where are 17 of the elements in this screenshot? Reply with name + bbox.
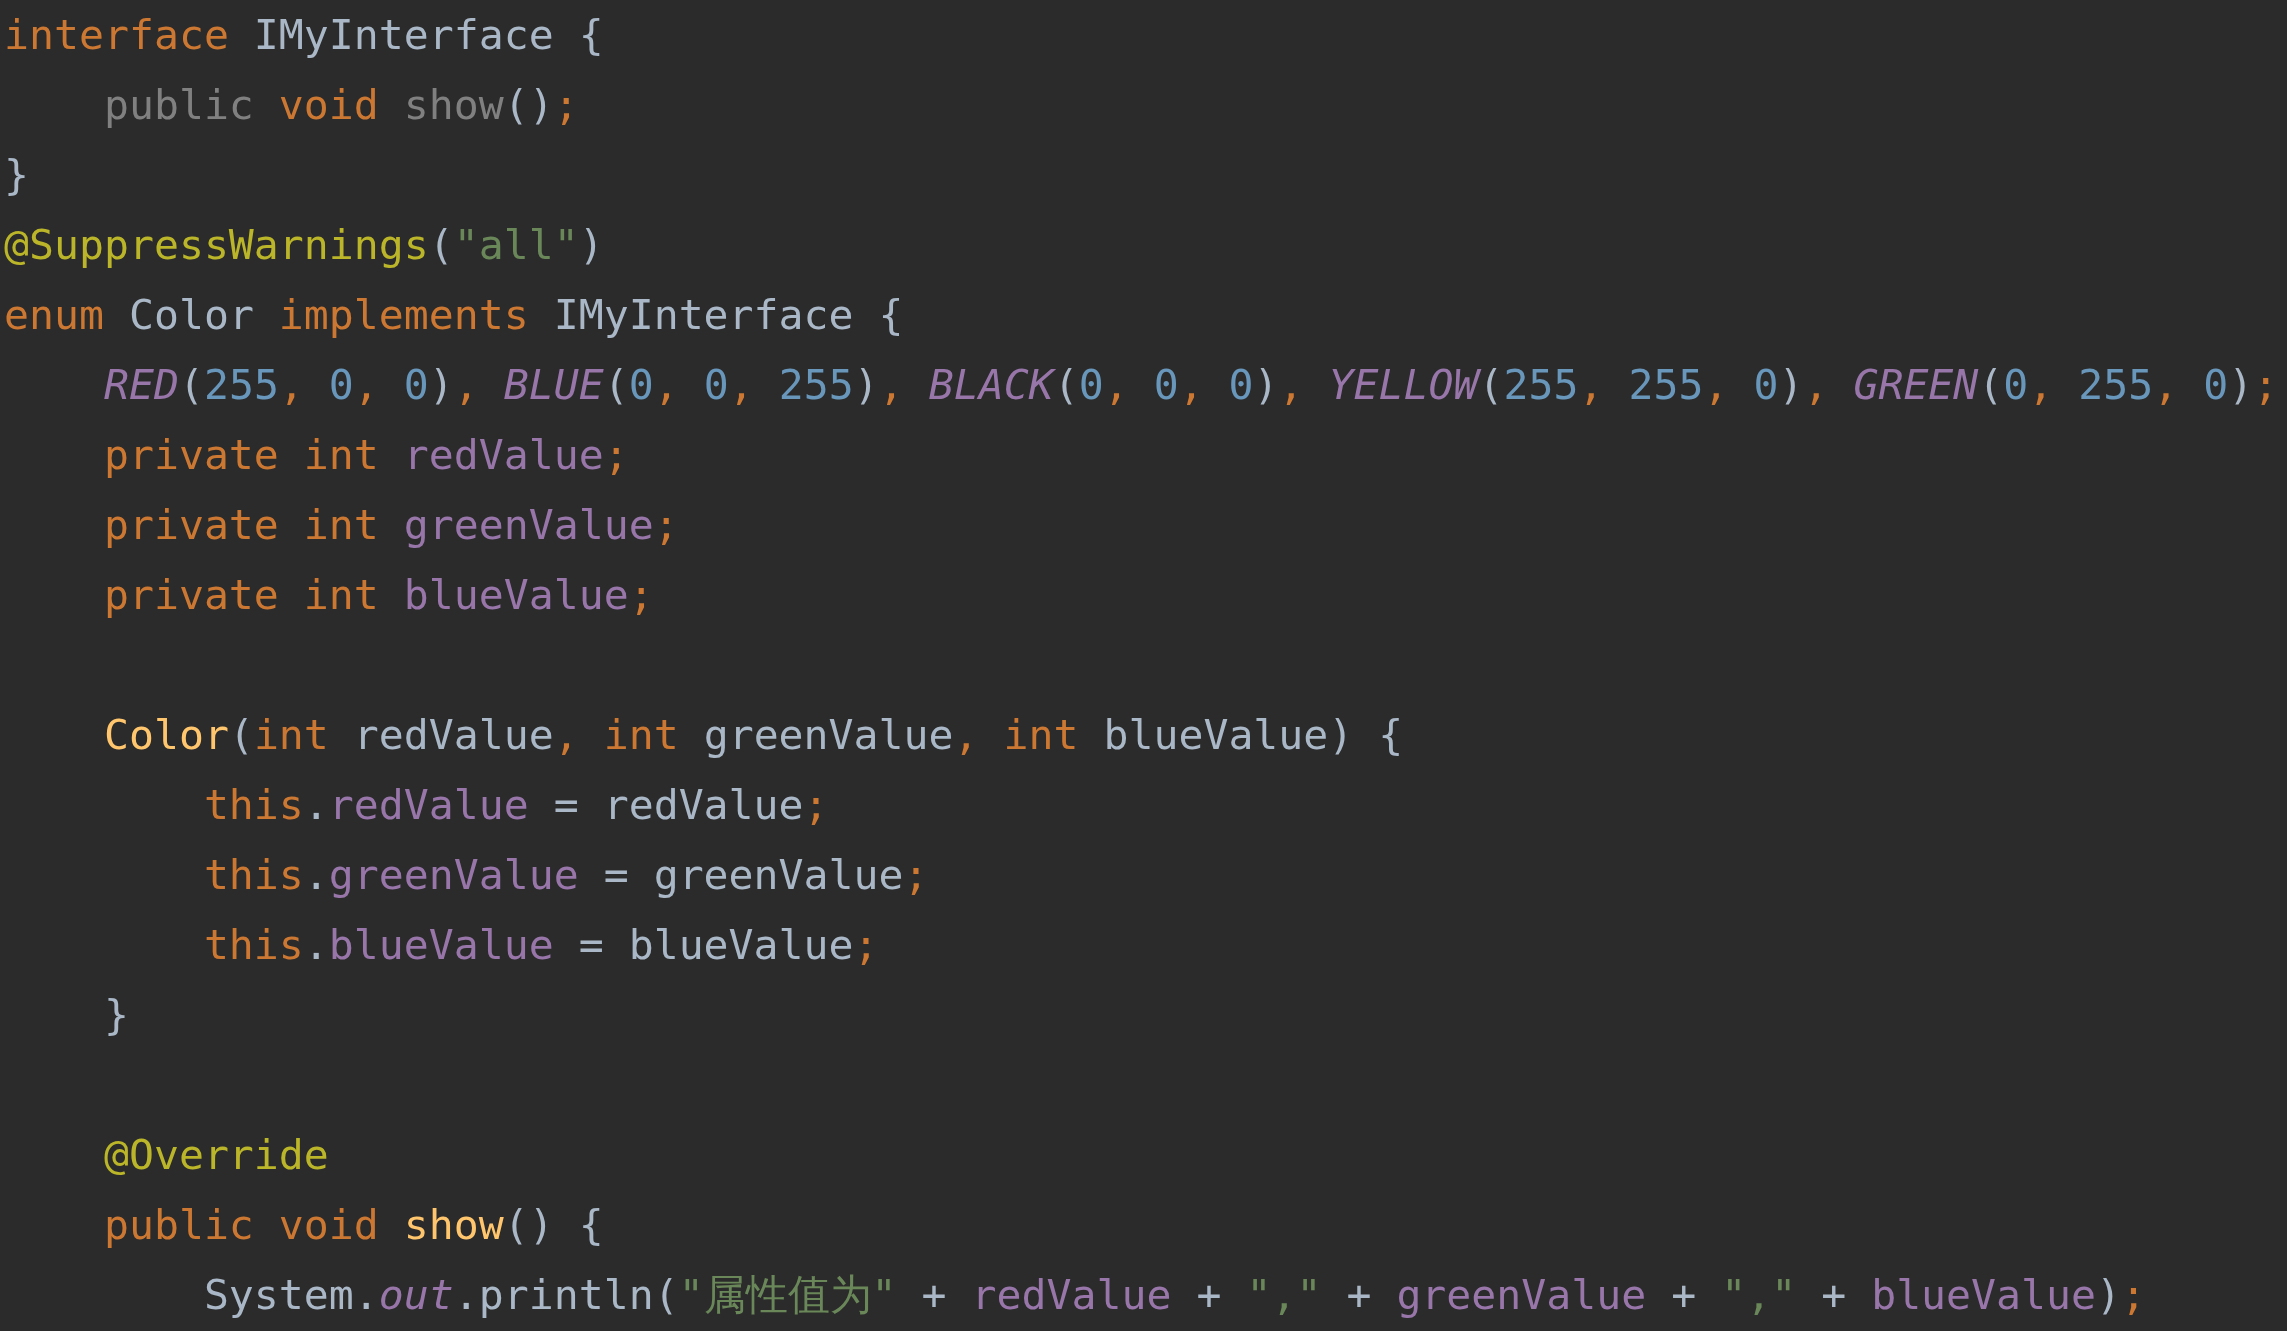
code-line: private int blueValue; — [103, 569, 654, 621]
code-line: private int redValue; — [103, 429, 629, 481]
code-line: Color(int redValue, int greenValue, int blueValue) { — [103, 709, 1404, 761]
code-line: @Override — [103, 1129, 329, 1181]
code-line: @SuppressWarnings("all") — [4, 219, 604, 271]
code-line: public void show(); — [103, 79, 579, 131]
code-line: enum Color implements IMyInterface { — [4, 289, 904, 341]
code-line: this.redValue = redValue; — [203, 779, 829, 831]
code-line: System.out.println("属性值为" + redValue + "," + greenValue + "," + blueValue); — [203, 1269, 2146, 1321]
code-line: public void show() { — [103, 1199, 604, 1251]
code-line: this.blueValue = blueValue; — [203, 919, 879, 971]
code-line: private int greenValue; — [103, 499, 679, 551]
code-line: interface IMyInterface { — [4, 9, 604, 61]
code-line: this.greenValue = greenValue; — [203, 849, 929, 901]
code-line: } — [103, 989, 129, 1041]
code-line: } — [4, 149, 29, 201]
code-line: RED(255, 0, 0), BLUE(0, 0, 255), BLACK(0, 0, 0), YELLOW(255, 255, 0), GREEN(0, 255, 0); — [103, 359, 2279, 411]
